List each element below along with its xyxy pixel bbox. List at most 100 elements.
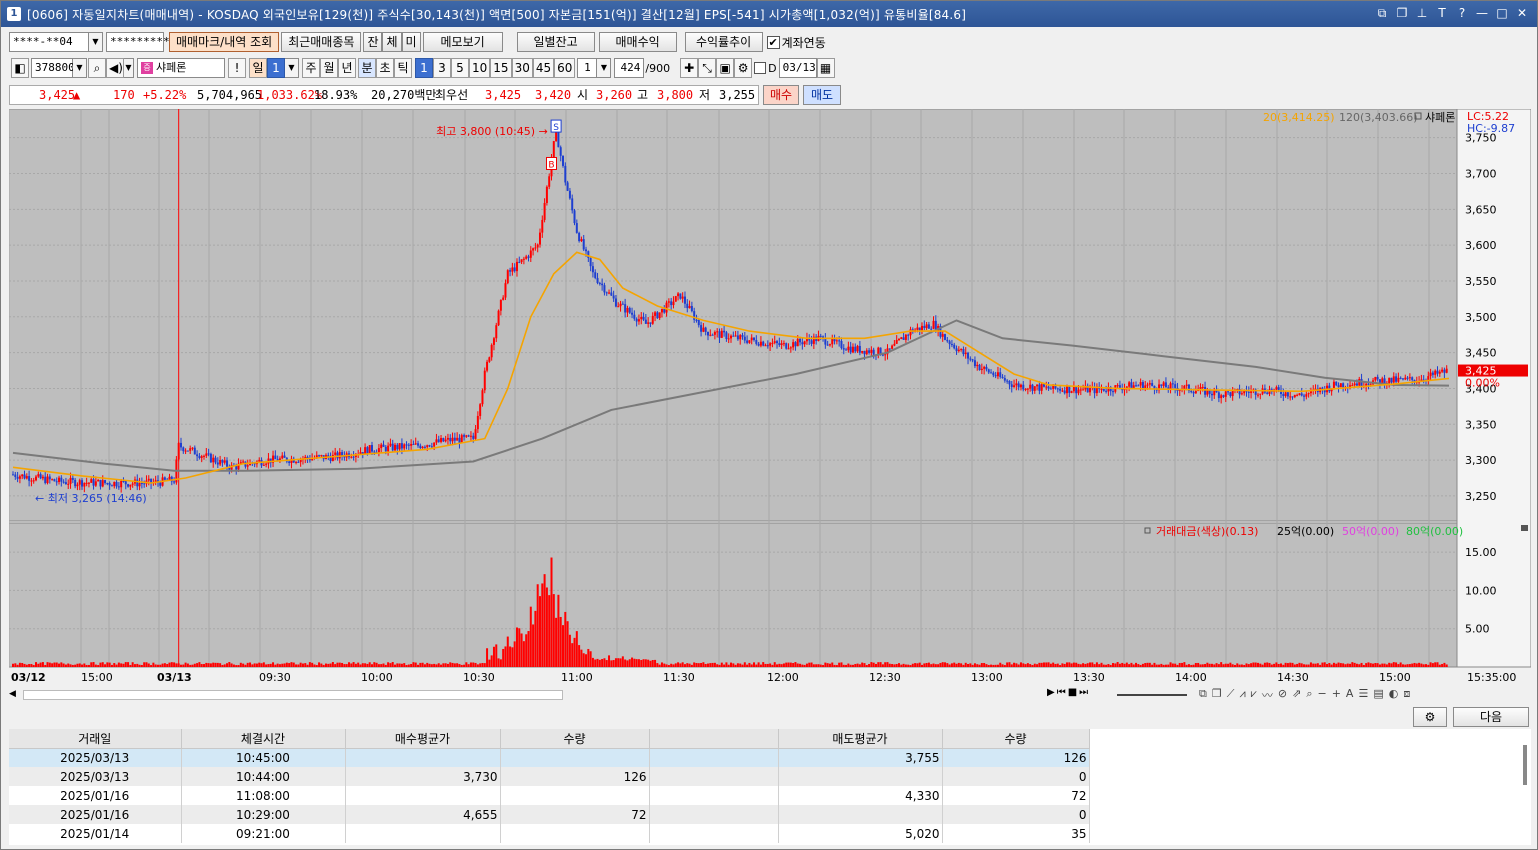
copy-window-icon[interactable]: ❐ bbox=[1395, 5, 1409, 21]
period-year-button[interactable]: 년 bbox=[338, 58, 356, 78]
line-tool-icon[interactable]: ⟋ bbox=[1227, 687, 1235, 703]
account-link-checkbox[interactable]: ✔ bbox=[766, 35, 780, 49]
minus-icon[interactable]: − bbox=[1317, 687, 1326, 703]
minute-option-1[interactable]: 1 bbox=[415, 58, 433, 78]
table-settings-gear-icon[interactable]: ⚙ bbox=[1413, 707, 1447, 727]
stock-code-input[interactable]: 378800 bbox=[31, 58, 75, 78]
period-min-button[interactable]: 분 bbox=[358, 58, 376, 78]
table-header[interactable] bbox=[649, 729, 779, 749]
price-volume-chart[interactable]: 3,7503,7003,6503,6003,5503,5003,4503,400… bbox=[8, 108, 1532, 687]
period-tick-button[interactable]: 틱 bbox=[394, 58, 412, 78]
sound-icon[interactable]: ◀) bbox=[106, 58, 124, 78]
account-dropdown[interactable]: ▼ bbox=[89, 32, 103, 52]
sound-dropdown[interactable]: ▼ bbox=[124, 58, 134, 78]
minimize-icon[interactable]: — bbox=[1475, 5, 1489, 21]
table-row[interactable]: 2025/01/16 11:08:00 4,330 72 bbox=[9, 786, 1090, 805]
recent-stocks-button[interactable]: 최근매매종목 bbox=[281, 32, 362, 52]
split-icon[interactable]: ⧈ bbox=[1403, 687, 1410, 703]
calendar-icon[interactable]: ▦ bbox=[816, 58, 835, 78]
pin-icon[interactable]: ⊥ bbox=[1415, 5, 1429, 21]
layout-icon[interactable]: ◧ bbox=[11, 58, 29, 78]
table-header[interactable]: 체결시간 bbox=[181, 729, 346, 749]
link-window-icon[interactable]: ⧉ bbox=[1375, 5, 1389, 21]
bar-count-input[interactable]: 424 bbox=[614, 58, 645, 78]
crosshair-icon[interactable]: ✚ bbox=[680, 58, 699, 78]
period-day-dropdown[interactable]: ▼ bbox=[285, 58, 299, 78]
color-icon[interactable]: ◐ bbox=[1389, 687, 1399, 703]
period-day-button[interactable]: 일 bbox=[249, 58, 267, 78]
scroll-left-icon[interactable]: ◀ bbox=[9, 689, 19, 701]
table-row[interactable]: 2025/03/13 10:45:00 3,755 126 bbox=[9, 748, 1090, 767]
minute-option-30[interactable]: 30 bbox=[511, 58, 533, 78]
settings-gear-icon[interactable]: ⚙ bbox=[734, 58, 753, 78]
search-icon[interactable]: ⌕ bbox=[88, 58, 106, 78]
table-header[interactable]: 거래일 bbox=[9, 729, 182, 749]
table-header[interactable]: 수량 bbox=[500, 729, 650, 749]
password-input[interactable]: ********* bbox=[106, 32, 170, 52]
period-month-button[interactable]: 월 bbox=[320, 58, 338, 78]
table-header[interactable]: 매수평균가 bbox=[345, 729, 501, 749]
app-icon[interactable]: 1 bbox=[7, 7, 21, 21]
wave-tool-icon[interactable]: 〰 bbox=[1262, 687, 1273, 703]
executed-button[interactable]: 체 bbox=[382, 32, 402, 52]
minute-option-5[interactable]: 5 bbox=[451, 58, 469, 78]
help-icon[interactable]: ? bbox=[1455, 5, 1469, 21]
first-icon[interactable]: ⏮ bbox=[1057, 687, 1066, 698]
table-header[interactable]: 매도평균가 bbox=[778, 729, 943, 749]
profit-trend-button[interactable]: 수익률추이 bbox=[684, 32, 763, 52]
plus-icon[interactable]: + bbox=[1332, 687, 1341, 703]
alert-button[interactable]: ! bbox=[228, 58, 246, 78]
stock-name-field[interactable]: 증 샤페론 bbox=[137, 58, 225, 78]
unfilled-button[interactable]: 미 bbox=[401, 32, 421, 52]
fib-tool-icon[interactable]: ⩗ bbox=[1251, 687, 1257, 703]
sell-button[interactable]: 매도 bbox=[803, 85, 841, 105]
minute-option-10[interactable]: 10 bbox=[469, 58, 491, 78]
maximize-icon[interactable]: □ bbox=[1495, 5, 1509, 21]
next-button[interactable]: 다음 bbox=[1453, 707, 1529, 727]
close-icon[interactable]: ✕ bbox=[1515, 5, 1529, 21]
last-icon[interactable]: ⏭ bbox=[1079, 687, 1088, 698]
zoom-icon[interactable]: ⌕ bbox=[1306, 687, 1312, 703]
table-row[interactable]: 2025/01/16 10:29:00 4,655 72 0 bbox=[9, 805, 1090, 824]
minute-option-60[interactable]: 60 bbox=[554, 58, 576, 78]
account-input[interactable]: ****-**04 bbox=[9, 32, 89, 52]
volume-bar bbox=[964, 662, 967, 667]
daily-balance-button[interactable]: 일별잔고 bbox=[516, 32, 595, 52]
draw-tool-icon[interactable]: ⤡ bbox=[698, 58, 717, 78]
chart-area[interactable]: 3,750 3,700 3,650 3,600 3,550 3,500 3,450 3,400… bbox=[8, 108, 1532, 687]
table-row[interactable]: 2025/01/14 09:21:00 5,020 35 bbox=[9, 824, 1090, 843]
d-checkbox[interactable] bbox=[754, 62, 767, 74]
stop-icon[interactable]: ■ bbox=[1068, 687, 1077, 698]
table-header[interactable]: 수량 bbox=[942, 729, 1090, 749]
text-tool-icon[interactable]: A bbox=[1346, 687, 1354, 703]
period-day-num[interactable]: 1 bbox=[267, 58, 285, 78]
stock-code-dropdown[interactable]: ▼ bbox=[73, 58, 87, 78]
minute-option-15[interactable]: 15 bbox=[490, 58, 512, 78]
trade-profit-button[interactable]: 매매수익 bbox=[598, 32, 677, 52]
balance-button[interactable]: 잔 bbox=[363, 32, 383, 52]
zoom-slider[interactable] bbox=[1117, 694, 1187, 696]
table-row[interactable]: 2025/03/13 10:44:00 3,730 126 0 bbox=[9, 767, 1090, 786]
custom-minute-dropdown[interactable]: ▼ bbox=[597, 58, 612, 78]
text-mode-icon[interactable]: T bbox=[1435, 5, 1449, 21]
date-input[interactable]: 03/13 bbox=[778, 58, 817, 78]
custom-minute-input[interactable]: 1 bbox=[577, 58, 598, 78]
target-tool-icon[interactable]: ⊘ bbox=[1278, 687, 1287, 703]
table-scrollbar[interactable] bbox=[1523, 745, 1527, 785]
line-width-icon[interactable]: ☰ bbox=[1358, 687, 1368, 703]
trend-tool-icon[interactable]: ⩘ bbox=[1239, 687, 1245, 703]
minute-option-3[interactable]: 3 bbox=[433, 58, 451, 78]
period-sec-button[interactable]: 초 bbox=[376, 58, 394, 78]
buy-button[interactable]: 매수 bbox=[763, 85, 799, 105]
memo-button[interactable]: 메모보기 bbox=[422, 32, 503, 52]
rect-tool-icon[interactable]: ⧉ bbox=[1199, 687, 1207, 703]
scroll-right-icon[interactable]: ▶ bbox=[1047, 687, 1055, 698]
save-icon[interactable]: ▣ bbox=[716, 58, 735, 78]
copy-tool-icon[interactable]: ❐ bbox=[1212, 687, 1222, 703]
scroll-thumb[interactable] bbox=[23, 690, 563, 700]
grid-icon[interactable]: ▤ bbox=[1373, 687, 1383, 703]
period-week-button[interactable]: 주 bbox=[302, 58, 320, 78]
export-tool-icon[interactable]: ⇗ bbox=[1292, 687, 1301, 703]
minute-option-45[interactable]: 45 bbox=[532, 58, 555, 78]
trade-mark-button[interactable]: 매매마크/내역 조회 bbox=[169, 32, 280, 52]
